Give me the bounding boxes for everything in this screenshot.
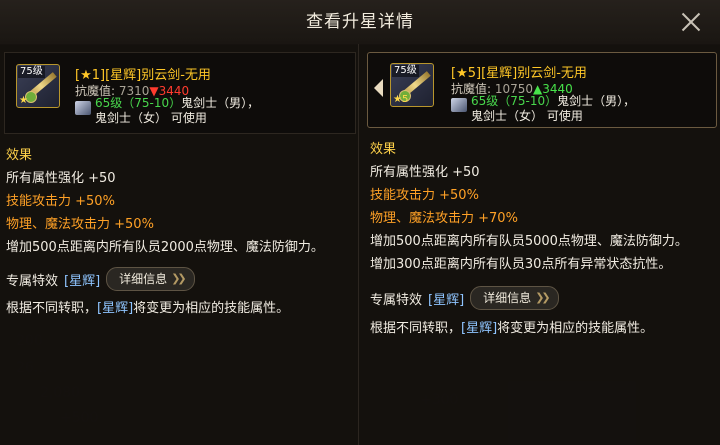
level-badge: 75级 bbox=[18, 66, 45, 78]
current-item-panel: 75级 ★ [★1][星辉]别云剑-无用 抗魔值: 7310▼3440 65级（… bbox=[0, 44, 359, 445]
description-text: 将变更为相应的技能属性。 bbox=[133, 301, 290, 316]
star-tag: [星辉] bbox=[428, 292, 465, 308]
effect-line: 增加500点距离内所有队员2000点物理、魔法防御力。 bbox=[6, 240, 324, 255]
star-tag: [星辉] bbox=[64, 273, 101, 289]
details-button-label: 详细信息 bbox=[483, 291, 532, 305]
class-requirement: 鬼剑士（男）， bbox=[181, 96, 260, 110]
exclusive-effect-row: 专属特效 [星辉] 详细信息 ❯❯ bbox=[6, 267, 195, 291]
level-requirement: 65级（75-10） bbox=[95, 96, 182, 110]
effects-section: 效果 所有属性强化 +50 技能攻击力 +50% 物理、魔法攻击力 +70% 增… bbox=[370, 138, 720, 276]
sword-icon[interactable]: 75级 ★5 bbox=[390, 63, 434, 107]
upgraded-item-panel: 75级 ★5 [★5][星辉]别云剑-无用 抗魔值: 10750▲3440 65… bbox=[359, 44, 720, 445]
item-card-selected: 75级 ★5 [★5][星辉]别云剑-无用 抗魔值: 10750▲3440 65… bbox=[367, 52, 717, 128]
exclusive-effect-row: 专属特效 [星辉] 详细信息 ❯❯ bbox=[370, 286, 559, 310]
close-icon[interactable] bbox=[678, 9, 704, 35]
exclusive-effect-label: 专属特效 bbox=[370, 292, 423, 308]
description-text: 将变更为相应的技能属性。 bbox=[497, 321, 654, 336]
double-chevron-icon: ❯❯ bbox=[535, 291, 551, 304]
usage-requirement: 65级（75-10）鬼剑士（男）， 鬼剑士（女） 可使用 bbox=[95, 96, 259, 126]
effects-title: 效果 bbox=[370, 142, 397, 157]
effect-line: 技能攻击力 +50% bbox=[6, 194, 115, 209]
exclusive-effect-label: 专属特效 bbox=[6, 273, 59, 289]
exclusive-effect-description: 根据不同转职，[星辉]将变更为相应的技能属性。 bbox=[370, 317, 653, 336]
description-text: 根据不同转职， bbox=[6, 301, 98, 316]
effect-line: 所有属性强化 +50 bbox=[370, 165, 480, 180]
item-name: [★1][星辉]别云剑-无用 bbox=[75, 68, 211, 83]
exclusive-effect-description: 根据不同转职，[星辉]将变更为相应的技能属性。 bbox=[6, 297, 289, 316]
double-chevron-icon: ❯❯ bbox=[171, 272, 187, 285]
effect-line: 增加500点距离内所有队员5000点物理、魔法防御力。 bbox=[370, 234, 688, 249]
item-card: 75级 ★ [★1][星辉]别云剑-无用 抗魔值: 7310▼3440 65级（… bbox=[4, 52, 356, 134]
dialog-title-bar: 查看升星详情 bbox=[0, 0, 720, 45]
gem-icon bbox=[451, 98, 467, 112]
star-badge: ★ bbox=[19, 95, 28, 106]
effect-line: 增加300点距离内所有队员30点所有异常状态抗性。 bbox=[370, 257, 672, 272]
gem-icon bbox=[75, 101, 91, 115]
details-button-label: 详细信息 bbox=[119, 272, 168, 286]
item-name: [★5][星辉]别云剑-无用 bbox=[451, 66, 587, 81]
sword-icon[interactable]: 75级 ★ bbox=[16, 64, 60, 108]
details-button[interactable]: 详细信息 ❯❯ bbox=[470, 286, 559, 310]
class-requirement-2: 鬼剑士（女） 可使用 bbox=[471, 109, 583, 123]
effect-line: 技能攻击力 +50% bbox=[370, 188, 479, 203]
effect-line: 物理、魔法攻击力 +70% bbox=[370, 211, 518, 226]
details-button[interactable]: 详细信息 ❯❯ bbox=[106, 267, 195, 291]
effect-line: 所有属性强化 +50 bbox=[6, 171, 116, 186]
star-badge: ★5 bbox=[393, 94, 409, 105]
class-requirement: 鬼剑士（男）， bbox=[557, 94, 636, 108]
description-tag: [星辉] bbox=[461, 321, 498, 336]
description-tag: [星辉] bbox=[97, 301, 134, 316]
effects-title: 效果 bbox=[6, 148, 33, 163]
level-requirement: 65级（75-10） bbox=[471, 94, 558, 108]
effect-line: 物理、魔法攻击力 +50% bbox=[6, 217, 154, 232]
left-arrow-icon[interactable] bbox=[374, 79, 383, 97]
dialog-title: 查看升星详情 bbox=[306, 12, 414, 32]
effects-section: 效果 所有属性强化 +50 技能攻击力 +50% 物理、魔法攻击力 +50% 增… bbox=[6, 144, 364, 259]
class-requirement-2: 鬼剑士（女） 可使用 bbox=[95, 111, 207, 125]
level-badge: 75级 bbox=[392, 65, 419, 77]
usage-requirement: 65级（75-10）鬼剑士（男）， 鬼剑士（女） 可使用 bbox=[471, 94, 635, 124]
description-text: 根据不同转职， bbox=[370, 321, 462, 336]
